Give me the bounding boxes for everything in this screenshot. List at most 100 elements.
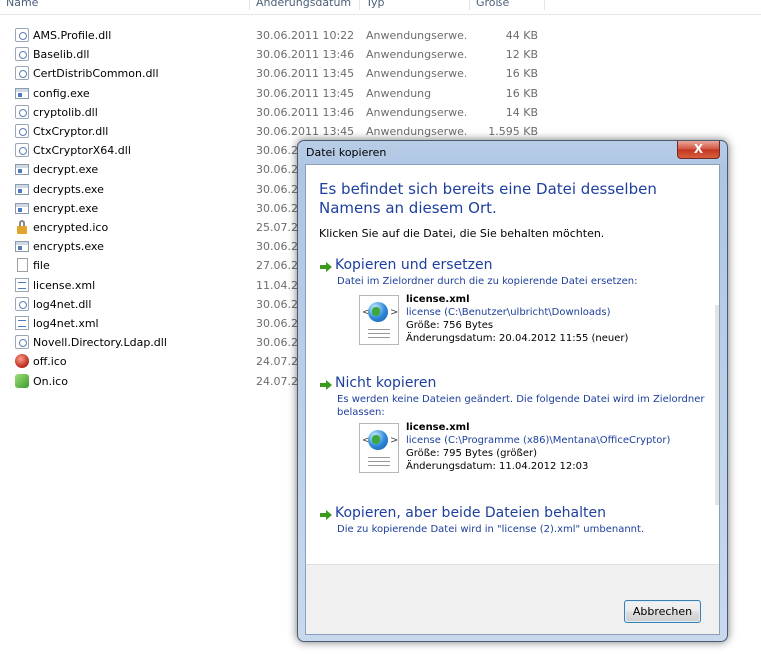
option-description: Es werden keine Dateien geändert. Die fo… [337, 394, 705, 418]
file-type: Anwendungserwe... [366, 125, 466, 138]
file-size: Größe: 795 Bytes (größer) [406, 448, 537, 459]
file-name: Baselib.dll [33, 48, 90, 62]
exe-icon [15, 241, 29, 253]
file-row[interactable]: AMS.Profile.dll 30.06.2011 10:22 Anwendung… [0, 26, 560, 45]
dll-icon [15, 296, 29, 311]
file-name: CtxCryptorX64.dll [33, 144, 131, 158]
file-date: 30.06.2011 10:22 [256, 29, 355, 42]
file-name: encrypt.exe [33, 201, 99, 215]
column-header-date[interactable]: Änderungsdatum [250, 0, 360, 10]
exe-icon [15, 202, 29, 214]
xml-icon [15, 316, 29, 330]
exe-icon [15, 87, 29, 99]
file-info: < > license.xml license (C:\Programme (x8… [359, 421, 699, 485]
file-modified: Änderungsdatum: 11.04.2012 12:03 [406, 461, 589, 472]
file-type: Anwendungserwe... [366, 48, 466, 62]
file-info: < > license.xml license (C:\Benutzer\ulbr… [359, 293, 699, 357]
file-name: license.xml [406, 422, 470, 433]
file-size: 16 KB [505, 67, 538, 81]
dialog-content: Es befindet sich bereits eine Datei dess… [305, 164, 720, 635]
file-path: license (C:\Programme (x86)\Mentana\Offi… [406, 435, 671, 446]
xml-file-icon: < > [359, 295, 399, 345]
file-name: AMS.Profile.dll [33, 29, 112, 42]
xml-file-icon: < > [359, 423, 399, 473]
column-header-size[interactable]: Größe [470, 0, 545, 10]
dll-icon [15, 143, 29, 158]
file-icon [17, 258, 28, 273]
option-do-not-copy[interactable]: Nicht kopieren Es werden keine Dateien g… [319, 375, 711, 490]
file-name: decrypts.exe [33, 182, 104, 196]
file-name: Novell.Directory.Ldap.dll [33, 336, 167, 350]
dialog-footer: Abbrechen [306, 564, 719, 634]
dll-icon [15, 66, 29, 81]
sub-instruction: Klicken Sie auf die Datei, die Sie behal… [319, 227, 605, 240]
option-title: Kopieren und ersetzen [335, 257, 493, 273]
file-name: On.ico [33, 374, 68, 388]
close-button[interactable]: X [677, 141, 720, 159]
file-type: Anwendungserwe... [366, 105, 466, 119]
option-copy-and-replace[interactable]: Kopieren und ersetzen Datei im Zielordne… [319, 257, 711, 357]
exe-icon [15, 164, 29, 176]
dll-icon [15, 335, 29, 350]
file-type: Anwendungserwe... [366, 67, 466, 81]
file-name: off.ico [33, 355, 67, 369]
copy-conflict-dialog: Datei kopieren X Es befindet sich bereit… [297, 140, 728, 642]
file-row[interactable]: config.exe 30.06.2011 13:45 Anwendung 16 KB [0, 84, 560, 103]
file-type: Anwendungserwe... [366, 29, 466, 42]
option-description: Datei im Zielordner durch die zu kopiere… [337, 276, 638, 287]
file-name: CtxCryptor.dll [33, 125, 109, 138]
file-row[interactable]: CertDistribCommon.dll 30.06.2011 13:45 Anw… [0, 64, 560, 83]
column-header-type[interactable]: Typ [360, 0, 470, 10]
file-size: 44 KB [505, 29, 538, 42]
option-title: Nicht kopieren [335, 375, 437, 391]
file-date: 30.06.2011 13:45 [256, 67, 355, 81]
dll-icon [15, 28, 29, 42]
file-size: 16 KB [505, 86, 538, 100]
file-name: encrypts.exe [33, 240, 104, 254]
off-icon [15, 354, 29, 369]
file-size: 12 KB [505, 48, 538, 62]
close-icon: X [693, 142, 704, 156]
file-date: 30.06.2011 13:46 [256, 105, 355, 119]
lock-icon [15, 220, 29, 234]
file-name: encrypted.ico [33, 221, 109, 234]
file-name: config.exe [33, 86, 90, 100]
scrollbar[interactable] [715, 305, 719, 505]
file-name: cryptolib.dll [33, 105, 98, 119]
green-arrow-icon [319, 508, 333, 522]
dialog-title: Datei kopieren [306, 146, 387, 159]
dll-icon [15, 104, 29, 119]
file-name: log4net.xml [33, 317, 99, 330]
option-keep-both[interactable]: Kopieren, aber beide Dateien behalten Di… [319, 505, 711, 541]
file-size: Größe: 756 Bytes [406, 320, 494, 331]
file-type: Anwendung [366, 86, 432, 100]
dll-icon [15, 47, 29, 62]
file-date: 30.06.2011 13:45 [256, 86, 355, 100]
green-arrow-icon [319, 378, 333, 392]
file-row[interactable]: cryptolib.dll 30.06.2011 13:46 Anwendungse… [0, 103, 560, 122]
file-name: log4net.dll [33, 297, 92, 311]
file-name: license.xml [406, 294, 470, 305]
xml-icon [15, 277, 29, 292]
file-name: decrypt.exe [33, 163, 99, 177]
option-description: Die zu kopierende Datei wird in "license… [337, 524, 645, 535]
main-instruction: Es befindet sich bereits eine Datei dess… [319, 180, 657, 217]
file-row[interactable]: CtxCryptor.dll 30.06.2011 13:45 Anwendungs… [0, 122, 560, 141]
file-modified: Änderungsdatum: 20.04.2012 11:55 (neuer) [406, 333, 629, 344]
file-name: file [33, 259, 50, 273]
on-icon [15, 373, 29, 388]
file-name: CertDistribCommon.dll [33, 67, 159, 81]
file-row[interactable]: Baselib.dll 30.06.2011 13:46 Anwendungserw… [0, 45, 560, 64]
dll-icon [15, 124, 29, 138]
cancel-button[interactable]: Abbrechen [624, 600, 701, 623]
green-arrow-icon [319, 260, 333, 274]
file-size: 14 KB [505, 105, 538, 119]
exe-icon [15, 183, 29, 195]
option-title: Kopieren, aber beide Dateien behalten [335, 505, 607, 521]
file-date: 30.06.2011 13:45 [256, 125, 355, 138]
file-name: license.xml [33, 278, 96, 292]
column-header-name[interactable]: Name [0, 0, 250, 10]
column-header-bar: Name Änderungsdatum Typ Größe [0, 0, 761, 15]
file-size: 1.595 KB [488, 125, 538, 138]
file-path: license (C:\Benutzer\ulbricht\Downloads) [406, 307, 611, 318]
